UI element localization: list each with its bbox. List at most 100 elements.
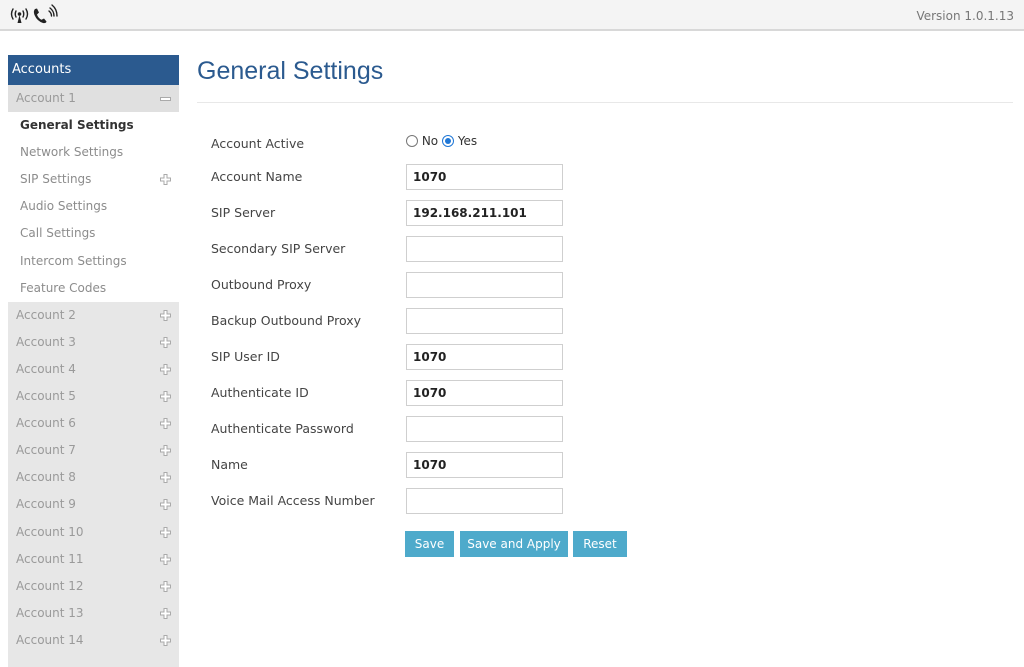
sidebar-item-account[interactable]: Account 6 bbox=[8, 410, 179, 437]
field-input[interactable] bbox=[406, 272, 563, 298]
field-label: SIP Server bbox=[211, 205, 276, 220]
sidebar-item-label: Account 1 bbox=[16, 91, 76, 105]
sidebar-item-label: Account 7 bbox=[16, 443, 76, 458]
sidebar-item-label: Account 5 bbox=[16, 389, 76, 404]
field-label: Name bbox=[211, 457, 248, 472]
minus-icon[interactable] bbox=[159, 85, 171, 112]
sidebar-item-label: Account 4 bbox=[16, 361, 76, 376]
sidebar-item-call-settings[interactable]: Call Settings bbox=[8, 220, 179, 248]
form-row: SIP User ID bbox=[211, 344, 571, 370]
radio-yes[interactable] bbox=[441, 135, 454, 147]
sidebar-item-feature-codes[interactable]: Feature Codes bbox=[8, 274, 179, 302]
field-label: Authenticate Password bbox=[211, 421, 354, 436]
form-row: Authenticate ID bbox=[211, 380, 571, 406]
field-input[interactable] bbox=[406, 236, 563, 262]
sidebar-title[interactable]: Accounts bbox=[8, 55, 179, 85]
form-row: Authenticate Password bbox=[211, 416, 571, 442]
sidebar-item-label: General Settings bbox=[20, 118, 134, 133]
account-list: Account 2 Account 3 Account 4 Account 5 Acco… bbox=[8, 302, 179, 654]
plus-icon[interactable] bbox=[159, 166, 171, 193]
account-active-radio-group: No Yes bbox=[406, 134, 477, 148]
field-label: Backup Outbound Proxy bbox=[211, 313, 362, 328]
form-row: Account Name bbox=[211, 164, 571, 190]
sidebar-item-intercom-settings[interactable]: Intercom Settings bbox=[8, 247, 179, 275]
sidebar-item-label: Account 6 bbox=[16, 416, 76, 431]
sidebar-item-label: Intercom Settings bbox=[20, 253, 127, 268]
sidebar-item-account[interactable]: Account 7 bbox=[8, 437, 179, 464]
field-label: Secondary SIP Server bbox=[211, 241, 346, 256]
field-input[interactable] bbox=[406, 452, 563, 478]
sidebar-item-account[interactable]: Account 10 bbox=[8, 519, 179, 546]
sidebar-item-label: Account 10 bbox=[16, 524, 84, 539]
plus-icon[interactable] bbox=[159, 437, 171, 464]
plus-icon[interactable] bbox=[159, 302, 171, 329]
wifi-phone-logo-icon bbox=[10, 4, 58, 24]
field-input[interactable] bbox=[406, 380, 563, 406]
sidebar: Accounts Account 1 General Settings Netw… bbox=[8, 55, 179, 667]
field-input[interactable] bbox=[406, 164, 563, 190]
plus-icon[interactable] bbox=[159, 600, 171, 627]
sidebar-item-account[interactable]: Account 8 bbox=[8, 464, 179, 491]
sidebar-item-label: Audio Settings bbox=[20, 199, 108, 214]
sidebar-item-network-settings[interactable]: Network Settings bbox=[8, 139, 179, 167]
plus-icon[interactable] bbox=[159, 546, 171, 573]
save-and-apply-button[interactable]: Save and Apply bbox=[460, 531, 568, 557]
sidebar-item-account[interactable]: Account 9 bbox=[8, 491, 179, 518]
sidebar-item-account[interactable]: Account 12 bbox=[8, 573, 179, 600]
plus-icon[interactable] bbox=[159, 356, 171, 383]
top-bar: Version 1.0.1.13 bbox=[0, 0, 1024, 31]
form-row: Name bbox=[211, 452, 571, 478]
sidebar-item-label: Feature Codes bbox=[20, 280, 107, 295]
plus-icon[interactable] bbox=[159, 383, 171, 410]
field-input[interactable] bbox=[406, 416, 563, 442]
form-row: Backup Outbound Proxy bbox=[211, 308, 571, 334]
field-input[interactable] bbox=[406, 200, 563, 226]
reset-button[interactable]: Reset bbox=[573, 531, 627, 557]
field-input[interactable] bbox=[406, 344, 563, 370]
form-row: Secondary SIP Server bbox=[211, 236, 571, 262]
plus-icon[interactable] bbox=[159, 573, 171, 600]
plus-icon[interactable] bbox=[159, 329, 171, 356]
radio-no-label[interactable]: No bbox=[422, 134, 438, 148]
sidebar-item-account[interactable]: Account 13 bbox=[8, 600, 179, 627]
sidebar-item-label: Account 11 bbox=[16, 551, 84, 566]
sidebar-item-account[interactable]: Account 5 bbox=[8, 383, 179, 410]
form-row: SIP Server bbox=[211, 200, 571, 226]
field-label: SIP User ID bbox=[211, 349, 280, 364]
radio-yes-label[interactable]: Yes bbox=[458, 134, 477, 148]
plus-icon[interactable] bbox=[159, 519, 171, 546]
sidebar-item-label: Account 8 bbox=[16, 470, 76, 485]
field-input[interactable] bbox=[406, 488, 563, 514]
sidebar-item-account-1[interactable]: Account 1 bbox=[8, 85, 179, 113]
title-divider bbox=[197, 102, 1013, 103]
sidebar-item-label: Account 2 bbox=[16, 307, 76, 322]
save-button[interactable]: Save bbox=[405, 531, 454, 557]
account-active-label: Account Active bbox=[211, 136, 305, 151]
sidebar-item-account[interactable]: Account 2 bbox=[8, 302, 179, 329]
sidebar-item-account[interactable]: Account 14 bbox=[8, 627, 179, 654]
sidebar-item-label: Account 13 bbox=[16, 605, 84, 620]
field-input[interactable] bbox=[406, 308, 563, 334]
account-active-row: Account Active No Yes bbox=[211, 131, 571, 157]
sidebar-item-label: Call Settings bbox=[20, 226, 96, 241]
field-label: Outbound Proxy bbox=[211, 277, 312, 292]
plus-icon[interactable] bbox=[159, 464, 171, 491]
field-label: Voice Mail Access Number bbox=[211, 493, 375, 508]
plus-icon[interactable] bbox=[159, 410, 171, 437]
radio-no[interactable] bbox=[406, 135, 418, 147]
plus-icon[interactable] bbox=[159, 627, 171, 654]
field-label: Authenticate ID bbox=[211, 385, 309, 400]
sidebar-item-general-settings[interactable]: General Settings bbox=[8, 112, 179, 140]
form-row: Outbound Proxy bbox=[211, 272, 571, 298]
sidebar-item-audio-settings[interactable]: Audio Settings bbox=[8, 193, 179, 221]
sidebar-item-label: Network Settings bbox=[20, 145, 124, 160]
sidebar-item-account[interactable]: Account 4 bbox=[8, 356, 179, 383]
page-title: General Settings bbox=[197, 57, 384, 85]
sidebar-item-account[interactable]: Account 3 bbox=[8, 329, 179, 356]
sidebar-item-account[interactable]: Account 11 bbox=[8, 546, 179, 573]
sidebar-item-label: Account 9 bbox=[16, 497, 76, 512]
form-row: Voice Mail Access Number bbox=[211, 488, 571, 514]
field-label: Account Name bbox=[211, 169, 303, 184]
plus-icon[interactable] bbox=[159, 491, 171, 518]
sidebar-item-sip-settings[interactable]: SIP Settings bbox=[8, 166, 179, 194]
